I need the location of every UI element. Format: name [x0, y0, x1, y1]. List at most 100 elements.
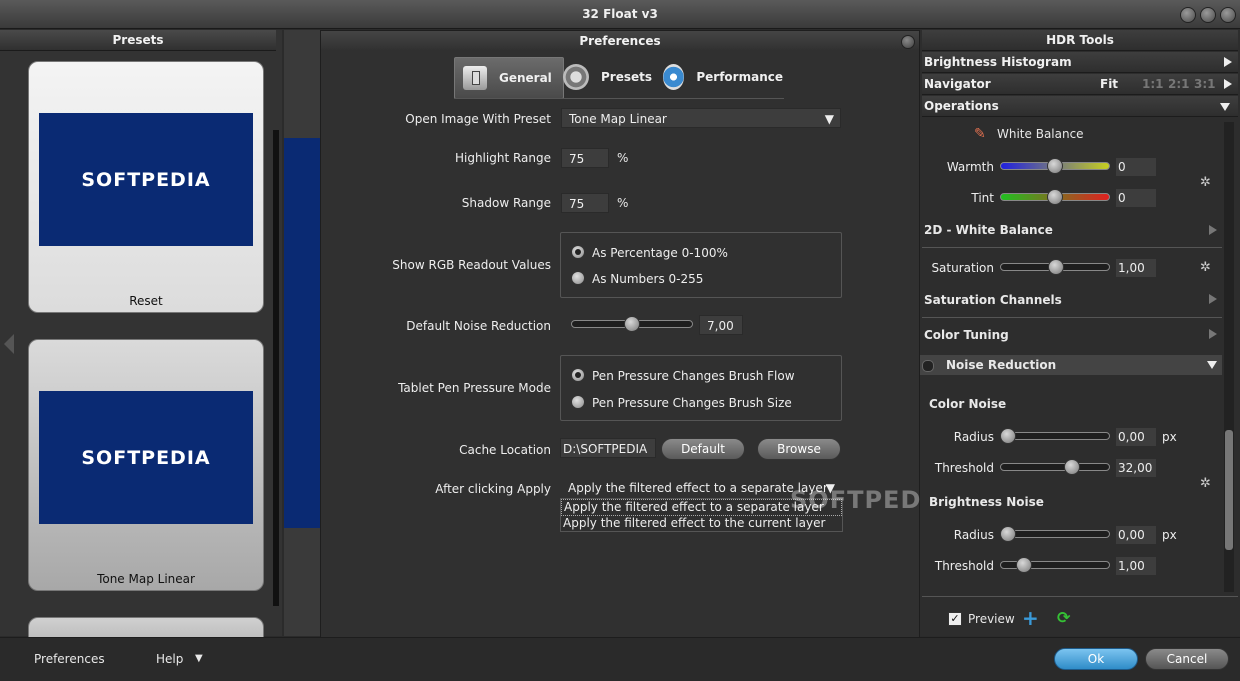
close-dialog-button[interactable] — [901, 35, 915, 49]
pen-brush-size-label: Pen Pressure Changes Brush Size — [592, 396, 792, 410]
presets-scrollbar[interactable] — [273, 130, 279, 606]
settings-gear-icon[interactable]: ✲ — [1200, 476, 1211, 491]
expand-icon[interactable] — [1209, 225, 1217, 235]
color-tuning-label: Color Tuning — [924, 328, 1009, 342]
preset-thumbnail: SOFTPEDIA — [39, 391, 253, 524]
maximize-button[interactable] — [1200, 7, 1216, 23]
wb-2d-label: 2D - White Balance — [924, 223, 1053, 237]
shadow-range-label: Shadow Range — [461, 196, 551, 210]
image-preview — [284, 138, 320, 528]
rgb-numbers-radio[interactable] — [571, 271, 585, 285]
divider — [922, 317, 1222, 318]
saturation-value[interactable]: 1,00 — [1116, 259, 1156, 277]
pen-brush-flow-radio[interactable] — [571, 368, 585, 382]
expand-icon — [1224, 57, 1232, 67]
preview-checkbox[interactable]: ✓ — [948, 612, 962, 626]
tab-general[interactable]: General — [454, 57, 564, 99]
color-noise-radius-value[interactable]: 0,00 — [1116, 428, 1156, 446]
tab-underline — [454, 98, 784, 99]
navigator-header[interactable]: Navigator Fit 1:1 2:1 3:1 — [922, 74, 1238, 95]
navigator-label: Navigator — [924, 77, 991, 91]
minimize-button[interactable] — [1180, 7, 1196, 23]
warmth-knob[interactable] — [1047, 158, 1063, 174]
expand-icon[interactable] — [1209, 294, 1217, 304]
browse-button[interactable]: Browse — [757, 438, 841, 460]
tint-knob[interactable] — [1047, 189, 1063, 205]
open-image-preset-value: Tone Map Linear — [569, 112, 667, 126]
default-button[interactable]: Default — [661, 438, 745, 460]
white-balance-label: White Balance — [997, 127, 1084, 141]
highlight-range-input[interactable]: 75 — [561, 148, 609, 168]
help-menu[interactable]: Help — [156, 652, 183, 666]
tablet-pen-group: Pen Pressure Changes Brush Flow Pen Pres… — [560, 355, 842, 421]
px-unit: px — [1162, 430, 1177, 444]
pen-brush-size-radio[interactable] — [571, 395, 585, 409]
eyedropper-icon[interactable]: ✎ — [974, 126, 986, 142]
preset-card-reset[interactable]: SOFTPEDIA Reset — [28, 61, 264, 313]
navigator-zoom-2-1[interactable]: 2:1 — [1168, 74, 1190, 94]
color-noise-threshold-value[interactable]: 32,00 — [1116, 459, 1156, 477]
divider — [922, 596, 1238, 597]
tab-presets[interactable]: Presets — [563, 57, 658, 97]
preview-label: Preview — [968, 612, 1015, 626]
hdr-scrollbar[interactable] — [1224, 122, 1234, 592]
navigator-fit-button[interactable]: Fit — [1100, 74, 1118, 94]
open-image-preset-select[interactable]: Tone Map Linear ▼ — [561, 108, 841, 128]
brightness-histogram-header[interactable]: Brightness Histogram — [922, 52, 1238, 73]
brightness-noise-threshold-value[interactable]: 1,00 — [1116, 557, 1156, 575]
tab-performance[interactable]: Performance — [663, 57, 783, 97]
color-noise-threshold-label: Threshold — [934, 461, 994, 475]
collapse-left-arrow-icon[interactable] — [4, 334, 14, 354]
saturation-knob[interactable] — [1048, 259, 1064, 275]
title-bar: 32 Float v3 — [0, 0, 1240, 29]
hdr-tools-panel: HDR Tools Brightness Histogram Navigator… — [920, 30, 1240, 636]
preset-card-tone-map-linear[interactable]: SOFTPEDIA Tone Map Linear — [28, 339, 264, 591]
saturation-channels-label: Saturation Channels — [924, 293, 1062, 307]
cancel-button[interactable]: Cancel — [1145, 648, 1229, 670]
operations-header[interactable]: Operations — [922, 96, 1238, 117]
color-noise-radius-knob[interactable] — [1000, 428, 1016, 444]
color-noise-radius-slider[interactable] — [1000, 432, 1110, 440]
brightness-noise-radius-value[interactable]: 0,00 — [1116, 526, 1156, 544]
default-noise-input[interactable]: 7,00 — [699, 315, 743, 335]
warmth-value[interactable]: 0 — [1116, 158, 1156, 176]
add-icon[interactable]: + — [1022, 606, 1039, 630]
navigator-zoom-1-1[interactable]: 1:1 — [1142, 74, 1164, 94]
chevron-down-icon[interactable]: ▼ — [195, 653, 203, 664]
hdr-scrollbar-thumb[interactable] — [1225, 430, 1233, 550]
bottom-bar: Preferences Help ▼ Ok Cancel — [0, 637, 1240, 681]
settings-gear-icon[interactable]: ✲ — [1200, 175, 1211, 190]
tint-value[interactable]: 0 — [1116, 189, 1156, 207]
brightness-noise-threshold-knob[interactable] — [1016, 557, 1032, 573]
preferences-menu[interactable]: Preferences — [34, 652, 105, 666]
cache-location-input[interactable]: D:\SOFTPEDIA — [560, 438, 656, 458]
rgb-percentage-radio[interactable] — [571, 245, 585, 259]
default-noise-knob[interactable] — [624, 316, 640, 332]
close-window-button[interactable] — [1220, 7, 1236, 23]
toggle-icon[interactable] — [922, 360, 934, 372]
noise-reduction-header[interactable]: Noise Reduction — [920, 355, 1222, 375]
noise-reduction-label: Noise Reduction — [946, 358, 1057, 372]
saturation-label: Saturation — [931, 261, 994, 275]
presets-panel: Presets SOFTPEDIA Reset SOFTPEDIA Tone M… — [0, 30, 282, 649]
color-noise-threshold-knob[interactable] — [1064, 459, 1080, 475]
ok-button[interactable]: Ok — [1054, 648, 1138, 670]
brightness-noise-radius-slider[interactable] — [1000, 530, 1110, 538]
tint-label: Tint — [971, 191, 994, 205]
rgb-percentage-label: As Percentage 0-100% — [592, 246, 728, 260]
preset-label: Reset — [129, 294, 163, 308]
refresh-icon[interactable]: ⟳ — [1057, 608, 1070, 627]
shadow-range-input[interactable]: 75 — [561, 193, 609, 213]
color-noise-threshold-slider[interactable] — [1000, 463, 1110, 471]
after-apply-value: Apply the filtered effect to a separate … — [568, 481, 828, 495]
settings-gear-icon[interactable]: ✲ — [1200, 260, 1211, 275]
brightness-noise-radius-knob[interactable] — [1000, 526, 1016, 542]
preferences-title: Preferences — [321, 31, 919, 51]
preset-thumbnail: SOFTPEDIA — [39, 113, 253, 246]
after-apply-option-current[interactable]: Apply the filtered effect to the current… — [561, 516, 842, 531]
expand-icon[interactable] — [1209, 329, 1217, 339]
preset-label: Tone Map Linear — [97, 572, 195, 586]
presets-panel-title: Presets — [0, 30, 276, 51]
navigator-zoom-3-1[interactable]: 3:1 — [1194, 74, 1216, 94]
switch-icon — [463, 66, 487, 90]
